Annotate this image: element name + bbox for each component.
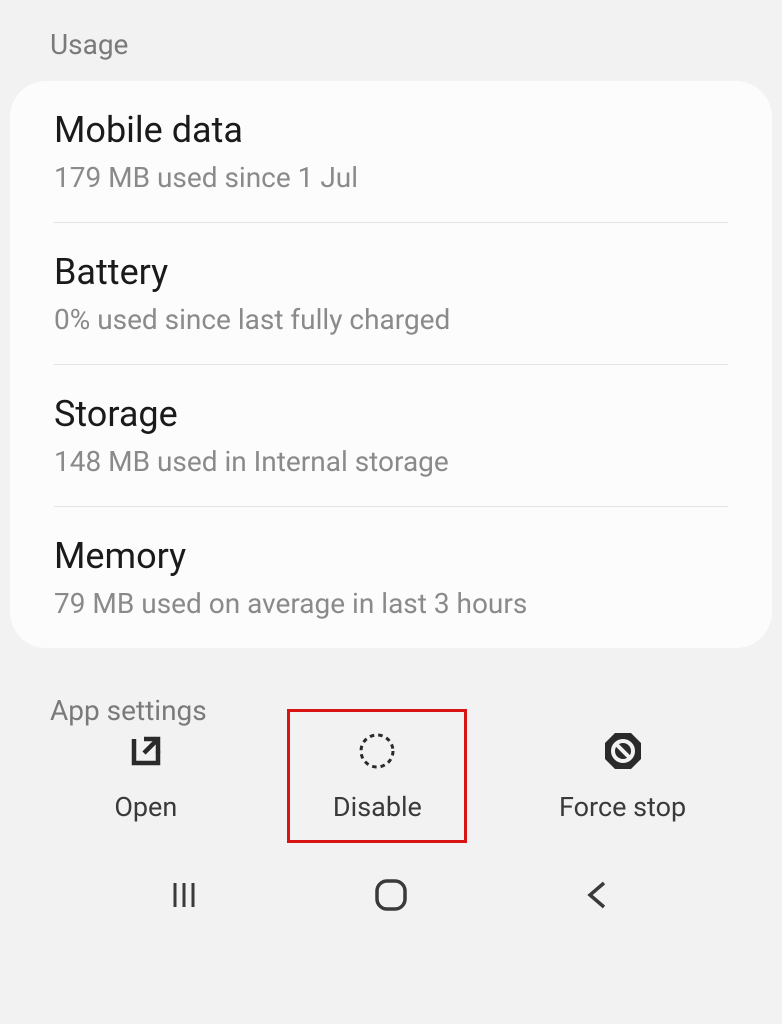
disable-icon: [355, 729, 399, 773]
memory-title: Memory: [54, 535, 728, 577]
open-label: Open: [114, 791, 177, 823]
mobile-data-title: Mobile data: [54, 109, 728, 151]
navigation-bar: [0, 855, 782, 935]
storage-item[interactable]: Storage 148 MB used in Internal storage: [10, 365, 772, 506]
storage-subtitle: 148 MB used in Internal storage: [54, 445, 728, 478]
mobile-data-subtitle: 179 MB used since 1 Jul: [54, 161, 728, 194]
battery-item[interactable]: Battery 0% used since last fully charged: [10, 223, 772, 364]
memory-item[interactable]: Memory 79 MB used on average in last 3 h…: [10, 507, 772, 648]
force-stop-button[interactable]: Force stop: [519, 709, 726, 843]
disable-label: Disable: [333, 791, 422, 823]
back-icon: [580, 877, 616, 913]
home-button[interactable]: [369, 873, 413, 917]
open-icon: [124, 729, 168, 773]
home-icon: [371, 875, 411, 915]
storage-title: Storage: [54, 393, 728, 435]
disable-button[interactable]: Disable: [287, 709, 467, 843]
mobile-data-item[interactable]: Mobile data 179 MB used since 1 Jul: [10, 81, 772, 222]
recents-button[interactable]: [162, 873, 206, 917]
recents-icon: [166, 877, 202, 913]
back-button[interactable]: [576, 873, 620, 917]
battery-title: Battery: [54, 251, 728, 293]
open-button[interactable]: Open: [56, 709, 236, 843]
usage-card: Mobile data 179 MB used since 1 Jul Batt…: [10, 81, 772, 648]
force-stop-label: Force stop: [559, 791, 686, 823]
battery-subtitle: 0% used since last fully charged: [54, 303, 728, 336]
force-stop-icon: [601, 729, 645, 773]
action-bar: Open Disable Force stop: [0, 709, 782, 843]
memory-subtitle: 79 MB used on average in last 3 hours: [54, 587, 728, 620]
usage-section-header: Usage: [0, 0, 782, 81]
